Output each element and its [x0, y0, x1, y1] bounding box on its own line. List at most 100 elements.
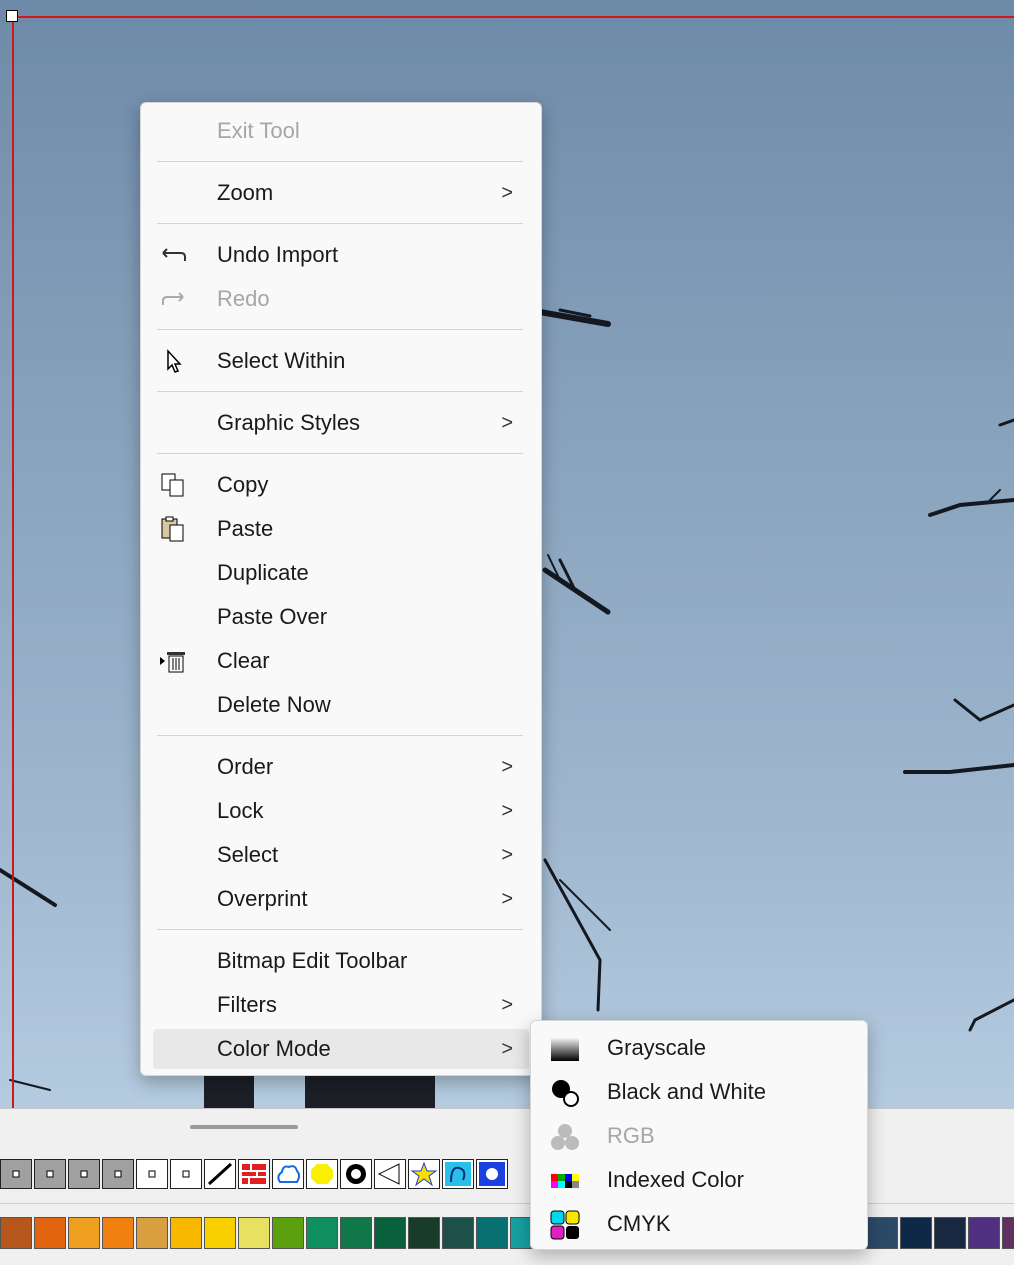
color-palette-left — [0, 1217, 544, 1249]
trash-icon — [159, 647, 187, 675]
menu-item-copy[interactable]: Copy — [153, 465, 529, 505]
tool-spiral-icon[interactable] — [442, 1159, 474, 1189]
menu-item-label: Color Mode — [217, 1036, 331, 1061]
submenu-item-label: Grayscale — [607, 1035, 707, 1060]
tool-brick-icon[interactable] — [238, 1159, 270, 1189]
menu-item-color-mode[interactable]: Color Mode > — [153, 1029, 529, 1069]
color-swatch[interactable] — [340, 1217, 372, 1249]
chevron-right-icon: > — [501, 411, 513, 434]
color-mode-submenu: Grayscale Black and White RGB Indexed Co… — [530, 1020, 868, 1250]
shape-tools-strip — [0, 1159, 510, 1191]
menu-separator — [157, 453, 523, 454]
submenu-item-grayscale[interactable]: Grayscale — [539, 1027, 859, 1069]
selection-handle[interactable] — [6, 10, 18, 22]
color-swatch[interactable] — [170, 1217, 202, 1249]
menu-item-paste-over[interactable]: Paste Over — [153, 597, 529, 637]
submenu-item-label: Black and White — [607, 1079, 766, 1104]
color-swatch[interactable] — [442, 1217, 474, 1249]
menu-item-undo-import[interactable]: Undo Import — [153, 235, 529, 275]
submenu-item-rgb[interactable]: RGB — [539, 1115, 859, 1157]
chevron-right-icon: > — [501, 799, 513, 822]
color-swatch[interactable] — [34, 1217, 66, 1249]
tool-glow-icon[interactable] — [476, 1159, 508, 1189]
indexed-color-palette-icon — [549, 1165, 581, 1197]
submenu-item-cmyk[interactable]: CMYK — [539, 1203, 859, 1245]
tool-dot-5[interactable] — [136, 1159, 168, 1189]
color-swatch[interactable] — [476, 1217, 508, 1249]
menu-item-label: Filters — [217, 992, 277, 1017]
menu-item-paste[interactable]: Paste — [153, 509, 529, 549]
rgb-circles-icon — [549, 1121, 581, 1153]
menu-separator — [157, 329, 523, 330]
color-swatch[interactable] — [238, 1217, 270, 1249]
menu-separator — [157, 391, 523, 392]
tool-dot-2[interactable] — [34, 1159, 66, 1189]
select-within-cursor-icon — [159, 347, 187, 375]
color-swatch[interactable] — [900, 1217, 932, 1249]
selection-frame-top — [12, 16, 1014, 18]
menu-item-lock[interactable]: Lock > — [153, 791, 529, 831]
menu-separator — [157, 735, 523, 736]
menu-item-select[interactable]: Select > — [153, 835, 529, 875]
menu-item-label: Exit Tool — [217, 118, 300, 143]
color-swatch[interactable] — [0, 1217, 32, 1249]
menu-item-label: Duplicate — [217, 560, 309, 585]
menu-item-label: Lock — [217, 798, 264, 823]
chevron-right-icon: > — [501, 843, 513, 866]
color-swatch[interactable] — [968, 1217, 1000, 1249]
tool-line-icon[interactable] — [204, 1159, 236, 1189]
tool-dot-1[interactable] — [0, 1159, 32, 1189]
context-menu: Exit Tool Zoom > Undo Import Redo Select… — [140, 102, 542, 1076]
menu-item-label: Select — [217, 842, 279, 867]
tool-arrow-icon[interactable] — [374, 1159, 406, 1189]
menu-item-label: Copy — [217, 472, 269, 497]
color-swatch[interactable] — [374, 1217, 406, 1249]
color-swatch[interactable] — [68, 1217, 100, 1249]
chevron-right-icon: > — [501, 887, 513, 910]
menu-item-duplicate[interactable]: Duplicate — [153, 553, 529, 593]
menu-item-graphic-styles[interactable]: Graphic Styles > — [153, 403, 529, 443]
tool-cloud-icon[interactable] — [272, 1159, 304, 1189]
menu-item-clear[interactable]: Clear — [153, 641, 529, 681]
color-swatch[interactable] — [306, 1217, 338, 1249]
color-swatch[interactable] — [102, 1217, 134, 1249]
menu-item-label: Clear — [217, 648, 270, 673]
menu-separator — [157, 929, 523, 930]
submenu-item-label: RGB — [607, 1123, 655, 1148]
menu-item-exit-tool[interactable]: Exit Tool — [153, 111, 529, 151]
color-swatch[interactable] — [204, 1217, 236, 1249]
color-swatch[interactable] — [934, 1217, 966, 1249]
menu-item-label: Undo Import — [217, 242, 339, 267]
color-swatch[interactable] — [272, 1217, 304, 1249]
menu-item-delete-now[interactable]: Delete Now — [153, 685, 529, 725]
redo-icon — [159, 285, 187, 313]
color-swatch[interactable] — [866, 1217, 898, 1249]
menu-item-redo[interactable]: Redo — [153, 279, 529, 319]
tool-burst-icon[interactable] — [340, 1159, 372, 1189]
tool-octagon-icon[interactable] — [306, 1159, 338, 1189]
color-swatch[interactable] — [136, 1217, 168, 1249]
black-white-circles-icon — [549, 1077, 581, 1109]
menu-item-overprint[interactable]: Overprint > — [153, 879, 529, 919]
menu-item-select-within[interactable]: Select Within — [153, 341, 529, 381]
toolbar-grip-handle[interactable] — [190, 1125, 298, 1129]
menu-item-label: Select Within — [217, 348, 346, 373]
color-swatch[interactable] — [408, 1217, 440, 1249]
grayscale-gradient-icon — [549, 1033, 581, 1065]
menu-item-zoom[interactable]: Zoom > — [153, 173, 529, 213]
tool-star-icon[interactable] — [408, 1159, 440, 1189]
menu-item-filters[interactable]: Filters > — [153, 985, 529, 1025]
menu-item-label: Delete Now — [217, 692, 331, 717]
menu-separator — [157, 223, 523, 224]
menu-item-order[interactable]: Order > — [153, 747, 529, 787]
menu-item-bitmap-edit-toolbar[interactable]: Bitmap Edit Toolbar — [153, 941, 529, 981]
tool-dot-4[interactable] — [102, 1159, 134, 1189]
submenu-item-label: CMYK — [607, 1211, 671, 1236]
submenu-item-indexed-color[interactable]: Indexed Color — [539, 1159, 859, 1201]
menu-item-label: Redo — [217, 286, 270, 311]
tool-dot-3[interactable] — [68, 1159, 100, 1189]
tool-dot-6[interactable] — [170, 1159, 202, 1189]
selection-frame-left — [12, 16, 14, 1108]
submenu-item-black-and-white[interactable]: Black and White — [539, 1071, 859, 1113]
color-swatch[interactable] — [1002, 1217, 1014, 1249]
